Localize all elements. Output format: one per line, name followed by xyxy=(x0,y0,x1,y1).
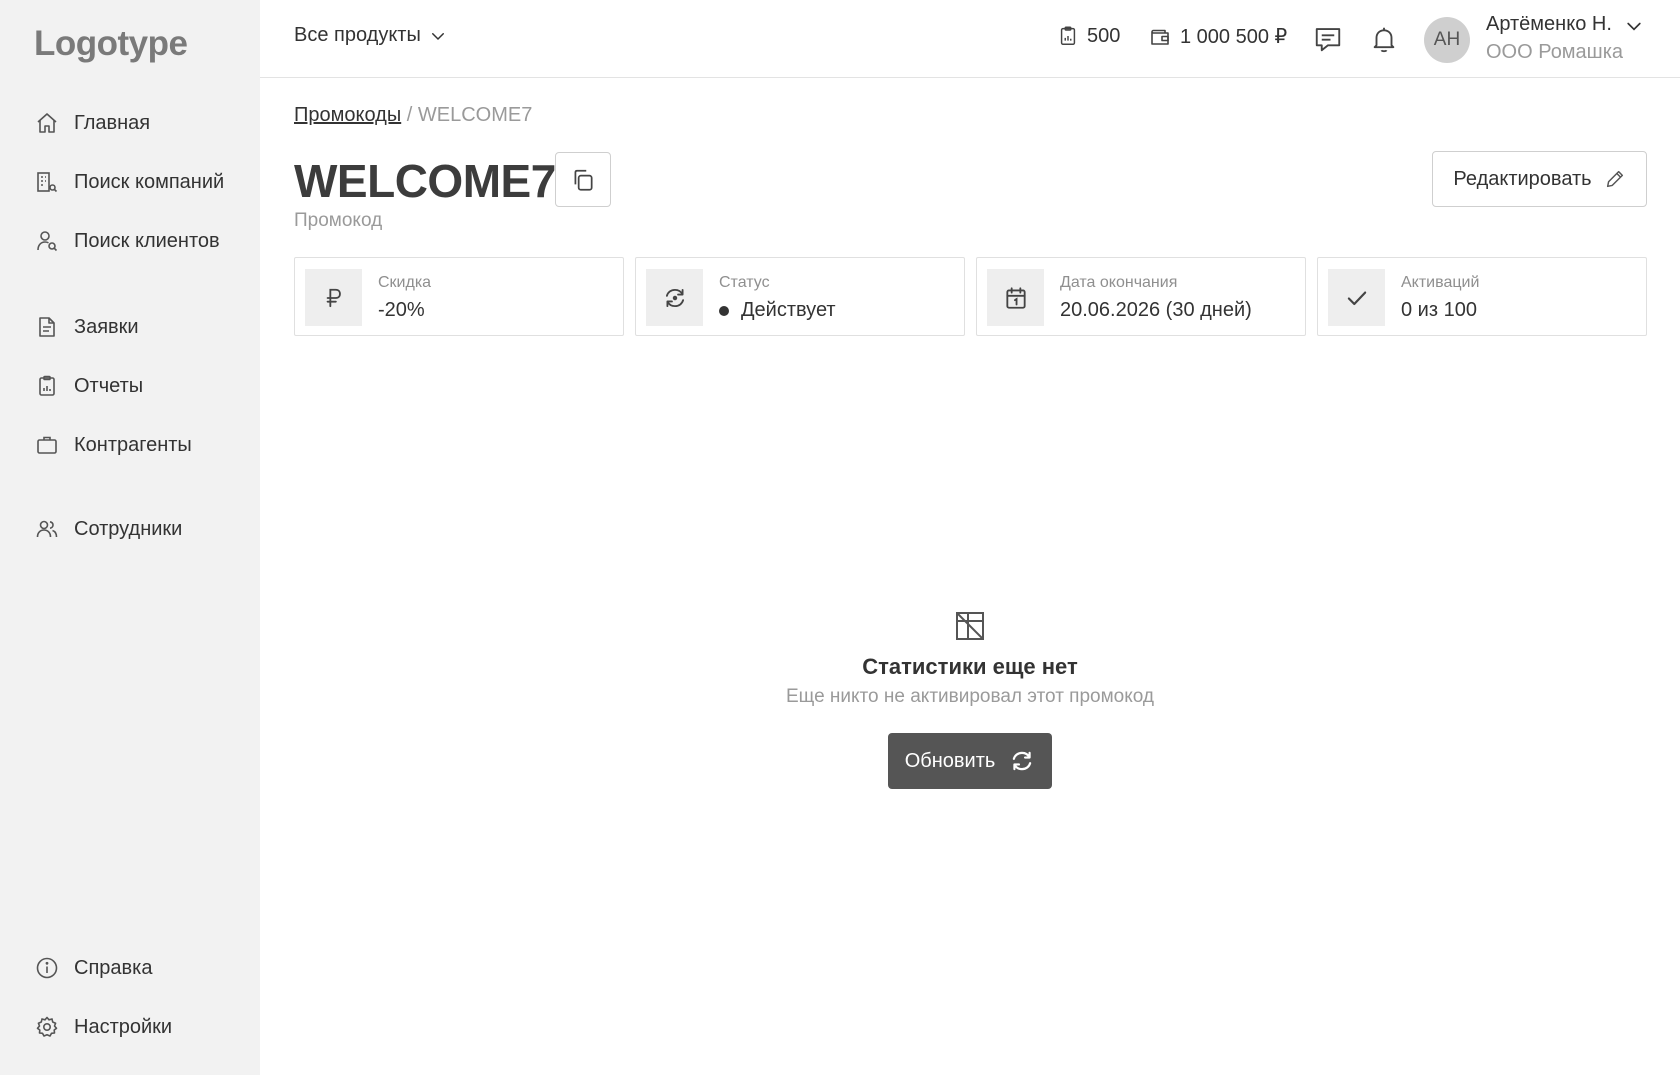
sidebar: Logotype Главная Поиск компаний Поиск кл… xyxy=(0,0,260,1075)
status-dot xyxy=(719,305,729,316)
user-name[interactable]: Артёменко Н. xyxy=(1486,13,1612,36)
reports-count: 500 xyxy=(1087,24,1121,47)
end-date-card: Дата окончания 20.06.2026 (30 дней) xyxy=(976,257,1306,336)
no-data-table-icon xyxy=(956,612,984,640)
clipboard-icon xyxy=(34,373,60,399)
reports-counter[interactable]: 500 xyxy=(1057,24,1120,48)
briefcase-icon xyxy=(34,432,60,458)
refresh-icon xyxy=(1013,751,1032,771)
messages-button[interactable] xyxy=(1311,22,1345,56)
card-value: 20.06.2026 (30 дней) xyxy=(1060,299,1252,321)
building-search-icon xyxy=(34,169,60,195)
products-dropdown[interactable]: Все продукты xyxy=(294,24,447,47)
info-icon xyxy=(34,955,60,981)
sidebar-item-help[interactable]: Справка xyxy=(34,948,152,988)
sidebar-item-label: Заявки xyxy=(74,315,139,338)
document-icon xyxy=(34,314,60,340)
sidebar-item-requests[interactable]: Заявки xyxy=(34,307,139,347)
logo[interactable]: Logotype xyxy=(34,24,188,64)
wallet-icon xyxy=(1151,29,1169,45)
sidebar-item-client-search[interactable]: Поиск клиентов xyxy=(34,221,220,261)
sidebar-item-label: Справка xyxy=(74,956,153,979)
sidebar-item-company-search[interactable]: Поиск компаний xyxy=(34,162,224,202)
ruble-icon xyxy=(305,269,362,326)
breadcrumb-parent-link[interactable]: Промокоды xyxy=(294,104,401,126)
refresh-button-label: Обновить xyxy=(904,749,996,772)
card-label: Активаций xyxy=(1401,274,1480,291)
avatar[interactable]: АН xyxy=(1424,17,1470,63)
balance-display[interactable]: 1 000 500 ₽ xyxy=(1148,24,1287,49)
users-icon xyxy=(34,516,60,542)
user-organization: ООО Ромашка xyxy=(1486,41,1624,63)
card-label: Скидка xyxy=(378,274,432,291)
sidebar-item-label: Сотрудники xyxy=(74,517,183,540)
copy-icon xyxy=(574,169,593,191)
sidebar-item-counterparties[interactable]: Контрагенты xyxy=(34,425,192,465)
pencil-icon xyxy=(1606,170,1623,188)
card-label: Дата окончания xyxy=(1060,274,1178,291)
products-dropdown-label: Все продукты xyxy=(294,24,421,46)
status-value: Действует xyxy=(719,299,836,322)
empty-state-title: Статистики еще нет xyxy=(862,654,1078,679)
sidebar-item-label: Отчеты xyxy=(74,374,144,397)
sidebar-item-label: Настройки xyxy=(74,1015,173,1038)
top-header: Все продукты 500 1 000 500 ₽ АН Артёменк… xyxy=(260,0,1680,78)
refresh-button[interactable]: Обновить xyxy=(888,733,1052,789)
sidebar-item-home[interactable]: Главная xyxy=(34,103,150,143)
notifications-button[interactable] xyxy=(1367,22,1401,56)
breadcrumb-separator: / xyxy=(406,104,413,126)
breadcrumb: Промокоды / WELCOME7 xyxy=(294,104,532,127)
activations-card: Активаций 0 из 100 xyxy=(1317,257,1647,336)
sidebar-item-settings[interactable]: Настройки xyxy=(34,1007,172,1047)
edit-button[interactable]: Редактировать xyxy=(1432,151,1647,207)
sidebar-item-label: Поиск клиентов xyxy=(74,229,220,252)
refresh-status-icon xyxy=(646,269,703,326)
chat-icon xyxy=(1315,28,1341,52)
user-search-icon xyxy=(34,228,60,254)
status-card: Статус Действует xyxy=(635,257,965,336)
balance-value: 1 000 500 ₽ xyxy=(1180,26,1288,48)
clipboard-icon xyxy=(1060,26,1076,45)
home-icon xyxy=(34,110,60,136)
copy-code-button[interactable] xyxy=(555,152,611,207)
edit-button-label: Редактировать xyxy=(1453,167,1592,190)
sidebar-item-label: Контрагенты xyxy=(74,433,192,456)
gear-icon xyxy=(34,1014,60,1040)
card-value: 0 из 100 xyxy=(1401,299,1477,321)
calendar-icon xyxy=(987,269,1044,326)
chevron-down-icon xyxy=(431,32,444,40)
card-value: Действует xyxy=(741,299,836,321)
check-icon xyxy=(1328,269,1385,326)
sidebar-item-label: Поиск компаний xyxy=(74,170,225,193)
card-value: -20% xyxy=(378,299,425,321)
sidebar-item-label: Главная xyxy=(74,111,151,134)
empty-state-subtitle: Еще никто не активировал этот промокод xyxy=(785,686,1154,707)
breadcrumb-current: WELCOME7 xyxy=(417,104,533,126)
bell-icon xyxy=(1373,27,1395,53)
sidebar-item-employees[interactable]: Сотрудники xyxy=(34,509,182,549)
sidebar-item-reports[interactable]: Отчеты xyxy=(34,366,143,406)
page-subtitle: Промокод xyxy=(294,210,383,231)
chevron-down-icon[interactable] xyxy=(1624,16,1644,36)
discount-card: Скидка -20% xyxy=(294,257,624,336)
app-root: Logotype Главная Поиск компаний Поиск кл… xyxy=(0,0,1680,1075)
page-title: WELCOME7 xyxy=(294,155,556,207)
card-label: Статус xyxy=(719,274,770,291)
